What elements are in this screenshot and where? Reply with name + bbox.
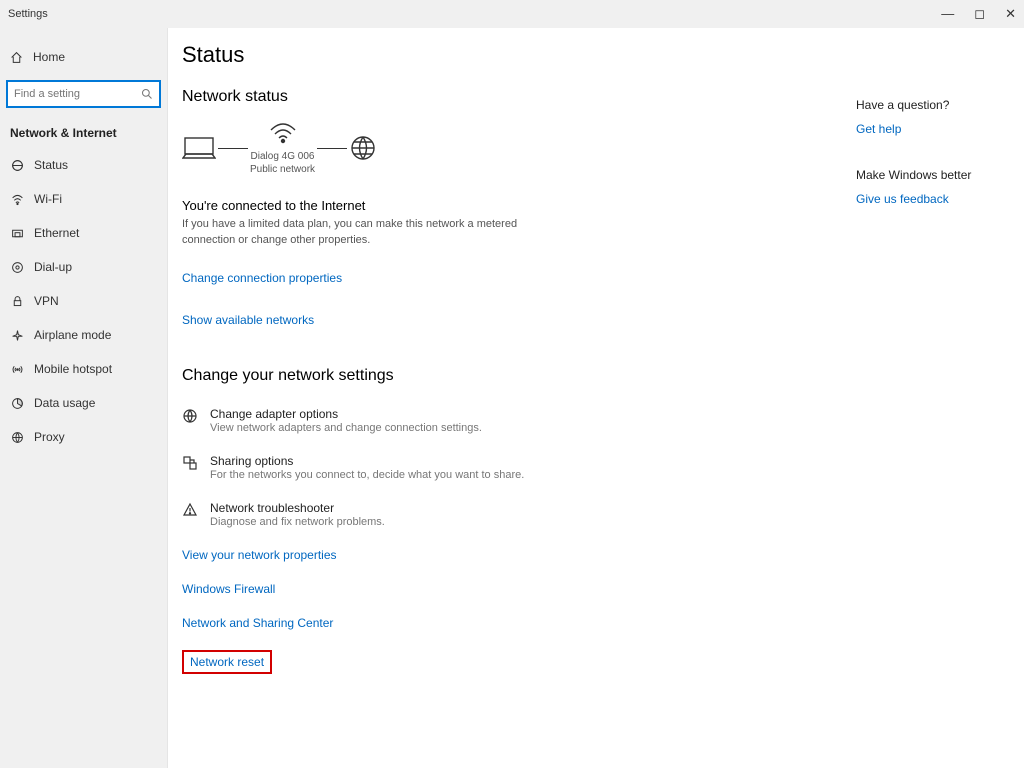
link-network-reset[interactable]: Network reset — [190, 655, 264, 669]
sidebar-item-label: Proxy — [34, 430, 65, 444]
adapter-icon — [182, 407, 198, 434]
status-icon — [10, 159, 24, 172]
sidebar-item-airplane[interactable]: Airplane mode — [0, 318, 167, 352]
option-troubleshooter[interactable]: Network troubleshooter Diagnose and fix … — [182, 501, 844, 528]
sidebar-item-dialup[interactable]: Dial-up — [0, 250, 167, 284]
dialup-icon — [10, 261, 24, 274]
sidebar-item-label: Ethernet — [34, 226, 79, 240]
sidebar-item-ethernet[interactable]: Ethernet — [0, 216, 167, 250]
sidebar-item-hotspot[interactable]: Mobile hotspot — [0, 352, 167, 386]
option-title: Change adapter options — [210, 407, 482, 421]
globe-icon — [349, 134, 377, 162]
network-status-heading: Network status — [182, 88, 844, 106]
sidebar-item-label: Mobile hotspot — [34, 362, 112, 376]
sidebar-search[interactable] — [6, 80, 161, 108]
sidebar: Home Network & Internet Status Wi-Fi Eth… — [0, 28, 168, 768]
window-controls: — ◻ ✕ — [941, 6, 1016, 22]
aside-question-heading: Have a question? — [856, 98, 1024, 112]
proxy-icon — [10, 431, 24, 444]
sidebar-item-proxy[interactable]: Proxy — [0, 420, 167, 454]
change-settings-section: Change your network settings Change adap… — [182, 367, 844, 674]
sidebar-item-label: Wi-Fi — [34, 192, 62, 206]
option-sharing[interactable]: Sharing options For the networks you con… — [182, 454, 844, 481]
sidebar-item-label: Airplane mode — [34, 328, 111, 342]
warning-icon — [182, 501, 198, 528]
sidebar-home-label: Home — [33, 50, 65, 64]
sharing-icon — [182, 454, 198, 481]
link-change-connection-properties[interactable]: Change connection properties — [182, 271, 342, 285]
option-description: Diagnose and fix network problems. — [210, 516, 385, 528]
aside-feedback-heading: Make Windows better — [856, 168, 1024, 182]
sidebar-item-label: VPN — [34, 294, 59, 308]
option-title: Sharing options — [210, 454, 524, 468]
link-show-available-networks[interactable]: Show available networks — [182, 313, 314, 327]
link-give-feedback[interactable]: Give us feedback — [856, 192, 1024, 206]
maximize-button[interactable]: ◻ — [974, 6, 985, 22]
option-description: View network adapters and change connect… — [210, 422, 482, 434]
highlighted-network-reset: Network reset — [182, 650, 272, 674]
link-view-network-properties[interactable]: View your network properties — [182, 548, 844, 562]
link-network-sharing-center[interactable]: Network and Sharing Center — [182, 616, 844, 630]
option-change-adapter[interactable]: Change adapter options View network adap… — [182, 407, 844, 434]
network-type: Public network — [250, 163, 315, 176]
option-title: Network troubleshooter — [210, 501, 385, 515]
hotspot-icon — [10, 363, 24, 376]
search-input[interactable] — [6, 80, 161, 108]
change-settings-heading: Change your network settings — [182, 367, 844, 385]
ethernet-icon — [10, 227, 24, 240]
connected-title: You're connected to the Internet — [182, 198, 844, 213]
computer-icon — [182, 135, 216, 161]
page-title: Status — [182, 42, 844, 68]
minimize-button[interactable]: — — [941, 6, 954, 22]
link-get-help[interactable]: Get help — [856, 122, 1024, 136]
sidebar-item-wifi[interactable]: Wi-Fi — [0, 182, 167, 216]
network-ssid: Dialog 4G 006 — [250, 150, 315, 163]
aside-panel: Have a question? Get help Make Windows b… — [844, 42, 1024, 768]
datausage-icon — [10, 397, 24, 410]
link-windows-firewall[interactable]: Windows Firewall — [182, 582, 844, 596]
search-icon — [141, 88, 153, 100]
wifi-signal-icon — [269, 120, 297, 146]
sidebar-item-label: Data usage — [34, 396, 95, 410]
titlebar: Settings — ◻ ✕ — [0, 0, 1024, 28]
wifi-icon — [10, 193, 24, 206]
vpn-icon — [10, 295, 24, 308]
sidebar-section-title: Network & Internet — [0, 118, 167, 148]
window-title: Settings — [8, 8, 48, 20]
airplane-icon — [10, 329, 24, 342]
sidebar-item-label: Dial-up — [34, 260, 72, 274]
sidebar-item-status[interactable]: Status — [0, 148, 167, 182]
sidebar-item-label: Status — [34, 158, 68, 172]
home-icon — [10, 51, 23, 64]
network-diagram: Dialog 4G 006 Public network — [182, 120, 844, 176]
connected-description: If you have a limited data plan, you can… — [182, 217, 562, 249]
sidebar-item-datausage[interactable]: Data usage — [0, 386, 167, 420]
close-button[interactable]: ✕ — [1005, 6, 1016, 22]
content-area: Status Network status Dialog 4G 006 Publ… — [182, 42, 844, 768]
sidebar-item-vpn[interactable]: VPN — [0, 284, 167, 318]
sidebar-home[interactable]: Home — [0, 42, 167, 72]
option-description: For the networks you connect to, decide … — [210, 469, 524, 481]
